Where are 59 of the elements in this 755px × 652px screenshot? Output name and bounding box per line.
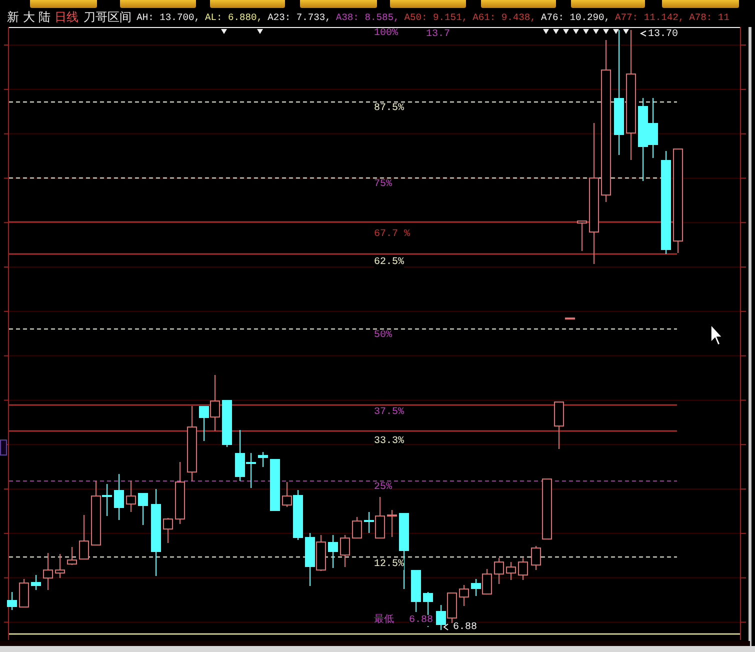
candlestick [340, 534, 350, 568]
toolbar-button[interactable] [30, 0, 97, 8]
candlestick [554, 402, 564, 450]
candlestick [542, 478, 552, 540]
stock-name: 新 大 陆 [7, 9, 51, 26]
candlestick [31, 574, 41, 590]
period-label: 日线 [54, 9, 79, 26]
indicator-value: A78: 11 [689, 12, 730, 23]
candlestick [411, 570, 421, 612]
candlestick [270, 458, 280, 512]
candlestick [258, 452, 268, 468]
candlestick [352, 516, 362, 538]
candlestick [459, 584, 469, 606]
toolbar-button[interactable] [571, 0, 645, 8]
candlestick [126, 480, 136, 512]
candlestick [114, 474, 124, 520]
level-label: 最低 [374, 614, 394, 625]
candlestick [138, 492, 148, 526]
candlestick [19, 578, 29, 608]
candlestick [43, 552, 53, 590]
candlestick [55, 554, 65, 578]
candlestick [565, 318, 575, 320]
candlestick [67, 546, 77, 566]
candlestick [7, 592, 17, 610]
candlestick [222, 400, 232, 448]
indicator-value: A61: 9.438, [472, 12, 536, 23]
level-label: 33.3% [374, 436, 404, 447]
candlestick [175, 462, 185, 524]
indicator-value: AH: 13.700, [136, 12, 200, 23]
indicator-value: A77: 11.142, [615, 12, 684, 23]
toolbar-button[interactable] [300, 0, 377, 8]
indicator-value: A38: 8.585, [336, 12, 400, 23]
candlestick [531, 546, 541, 570]
candlestick [328, 534, 338, 568]
toolbar-button[interactable] [120, 0, 196, 8]
toolbar-button[interactable] [662, 0, 739, 8]
toolbar-button[interactable] [210, 0, 285, 8]
candlestick [518, 558, 528, 580]
indicator-value: A23: 7.733, [268, 12, 331, 23]
level-label: 12.5% [374, 559, 404, 570]
toolbar-button[interactable] [481, 0, 556, 8]
indicator-value: AL: 6.880, [204, 12, 263, 23]
candlestick [436, 604, 446, 630]
candlestick [506, 562, 516, 580]
level-price: 6.88 [409, 615, 434, 626]
candlestick [494, 558, 504, 584]
indicator-value: A76: 10.290, [540, 12, 610, 23]
candlestick [79, 514, 89, 560]
toolbar-button[interactable] [390, 0, 466, 8]
axis-marker [0, 440, 7, 456]
candlestick [387, 510, 397, 538]
candlestick [648, 98, 658, 158]
candlestick [447, 592, 457, 624]
level-label: 62.5% [374, 257, 404, 268]
indicator-name: 刀哥区间 [84, 9, 132, 26]
indicator-value: A50: 9.151, [404, 12, 468, 23]
candlestick [163, 518, 173, 544]
candlestick [577, 220, 587, 252]
pointer-cursor-icon [710, 324, 723, 346]
